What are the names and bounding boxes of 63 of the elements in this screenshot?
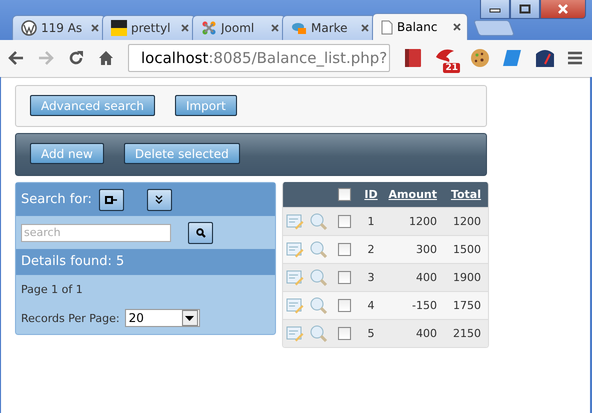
checkbox[interactable] [338, 271, 350, 284]
market-icon [291, 20, 307, 36]
close-icon[interactable] [453, 23, 461, 31]
menu-icon[interactable] [568, 51, 582, 65]
table-cell-text: 5 [366, 327, 376, 340]
close-icon[interactable] [361, 24, 369, 32]
pin-icon [105, 196, 118, 204]
page-info: Page 1 of 1 [20, 282, 84, 296]
column-header[interactable]: ID [364, 188, 378, 201]
page-icon [381, 20, 393, 34]
table-cell-text: 2150 [452, 327, 482, 340]
notification-badge: 21 [443, 63, 460, 73]
table-cell-text: 400 [415, 327, 438, 340]
table-cell-text: 300 [415, 243, 438, 256]
close-icon[interactable] [181, 24, 189, 32]
table-cell-text: 3 [366, 271, 376, 284]
close-icon[interactable] [271, 24, 279, 32]
records-select[interactable]: 20 [124, 309, 200, 327]
table-cell-text: 1200 [452, 215, 482, 228]
double-chevron-icon [155, 194, 164, 204]
checkbox[interactable] [338, 243, 350, 256]
column-header[interactable]: Total [450, 188, 481, 201]
address-bar[interactable]: localhost:8085/Balance_list.php? [128, 44, 390, 72]
records-label: Records Per Page: [21, 312, 120, 324]
search-label: Search for: [21, 192, 92, 207]
close-icon [557, 4, 569, 14]
table-cell-text: 1200 [408, 215, 438, 228]
checkbox[interactable] [338, 327, 350, 340]
search-icon [196, 228, 206, 238]
tile-icon[interactable] [502, 49, 522, 67]
close-icon[interactable] [91, 24, 99, 32]
table-cell-text: 1750 [452, 299, 482, 312]
checkbox[interactable] [338, 188, 350, 201]
flag-icon [111, 20, 127, 36]
gauge-icon[interactable] [534, 48, 556, 68]
table-cell-text: 400 [415, 271, 438, 284]
back-icon[interactable] [8, 51, 24, 65]
expand-button[interactable] [146, 188, 172, 210]
maximize-icon [519, 4, 531, 14]
table-cell-text: -150 [411, 299, 438, 312]
table-cell-text: 2 [366, 243, 376, 256]
cookie-icon[interactable] [470, 48, 490, 68]
details-count: Details found: 5 [16, 249, 275, 275]
search-field[interactable]: search [21, 224, 171, 242]
pin-button[interactable] [98, 188, 124, 210]
home-icon[interactable] [98, 50, 114, 66]
search-button[interactable] [188, 222, 213, 244]
book-icon[interactable] [404, 48, 422, 68]
browser-tab[interactable]: Balanc [372, 13, 468, 40]
table-cell-text: 4 [366, 299, 376, 312]
close-button[interactable] [540, 0, 586, 19]
minimize-button[interactable] [480, 0, 510, 19]
browser-tab[interactable]: prettyl [102, 15, 196, 40]
caret-icon [185, 316, 194, 320]
column-header[interactable]: Amount [388, 188, 437, 201]
table-cell-text: 1900 [452, 271, 482, 284]
maximize-button[interactable] [510, 0, 540, 19]
table-cell-text: 1500 [452, 243, 482, 256]
checkbox[interactable] [338, 215, 350, 228]
table-cell-text: 1 [366, 215, 376, 228]
checkbox[interactable] [338, 299, 350, 312]
reload-icon[interactable] [68, 50, 84, 66]
browser-tab[interactable]: 119 As [12, 15, 106, 40]
